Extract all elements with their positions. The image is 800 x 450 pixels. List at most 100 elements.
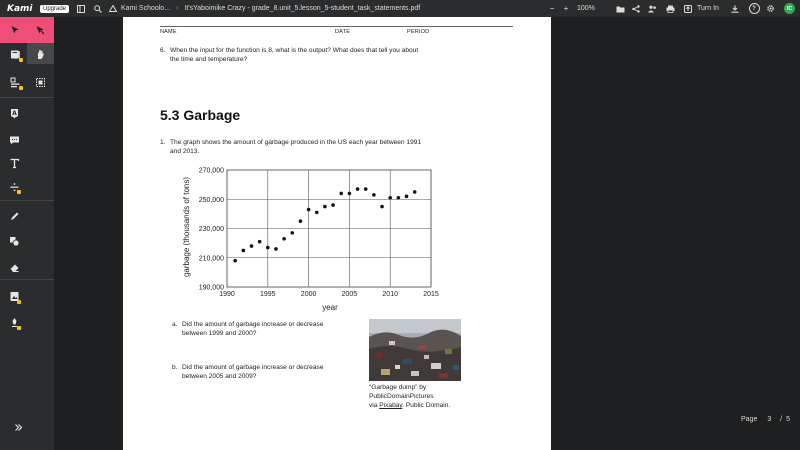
upgrade-button[interactable]: Upgrade (40, 4, 70, 13)
question-6-line1: When the input for the function is 8, wh… (170, 47, 419, 54)
screen-capture-icon[interactable] (30, 72, 50, 92)
google-drive-icon (107, 3, 119, 15)
toolbar-divider (0, 97, 54, 98)
x-tick-label: 1990 (219, 291, 235, 298)
question-b-line2: between 2005 and 2009? (182, 373, 257, 380)
data-point (355, 187, 360, 191)
data-point (266, 245, 270, 250)
question-a-line1: Did the amount of garbage increase or de… (182, 321, 324, 328)
y-tick-label: 190,000 (199, 285, 224, 292)
x-tick-label: 2000 (301, 291, 317, 298)
sidebar-toggle-icon[interactable] (75, 3, 87, 15)
signature-icon[interactable] (4, 312, 24, 332)
breadcrumb-folder[interactable]: Kami Schoolo... (121, 5, 170, 12)
text-highlight-icon[interactable]: A (4, 103, 24, 123)
question-a-line2: between 1999 and 2000? (182, 330, 257, 337)
x-tick-label: 2015 (423, 291, 439, 298)
page-label: Page (741, 416, 758, 423)
data-point (249, 244, 254, 248)
add-image-icon[interactable] (4, 286, 24, 306)
period-label: PERIOD (407, 29, 430, 35)
search-icon[interactable] (92, 3, 104, 15)
comment-icon[interactable] (4, 130, 24, 150)
folder-icon[interactable] (614, 3, 626, 15)
pdf-page[interactable]: NAME DATE PERIOD 6. When the input for t… (123, 17, 551, 450)
book-icon[interactable] (5, 44, 25, 64)
toolbar-divider (0, 200, 54, 201)
x-tick-label: 2005 (342, 291, 358, 298)
caption-end: . Public Domain. (402, 402, 451, 409)
data-point (282, 236, 286, 241)
question-letter: a. (172, 321, 178, 328)
data-point (233, 258, 237, 263)
turn-in-button[interactable]: Turn In (697, 5, 719, 12)
eraser-icon[interactable] (4, 257, 24, 277)
question-letter: b. (172, 364, 178, 371)
photo-caption-line3: via Pixabay. Public Domain. (369, 401, 450, 410)
question-1-line2: and 2013. (170, 148, 200, 155)
question-b-line1: Did the amount of garbage increase or de… (182, 364, 324, 371)
kami-logo: Kami (7, 3, 33, 14)
avatar[interactable]: IC (784, 3, 795, 14)
data-point (274, 247, 278, 251)
toolbar-divider (0, 279, 54, 280)
text-tool-icon[interactable] (4, 153, 24, 173)
caption-via: via (369, 402, 380, 409)
settings-icon[interactable] (764, 3, 776, 15)
data-point (388, 195, 393, 200)
data-point (396, 195, 401, 200)
photo-caption-line1: “Garbage dump” by (369, 384, 427, 391)
turn-in-icon[interactable] (682, 3, 694, 15)
data-point (404, 194, 409, 199)
data-point (323, 204, 327, 209)
page-separator: / (780, 416, 783, 423)
y-tick-label: 270,000 (199, 168, 224, 175)
question-number: 6. (160, 47, 166, 54)
data-point (331, 203, 335, 207)
select-arrow-icon[interactable] (5, 20, 25, 40)
x-tick-label: 1995 (260, 291, 276, 298)
data-point (306, 207, 311, 212)
zoom-in-button[interactable]: + (560, 3, 572, 15)
data-point (290, 231, 295, 235)
date-label: DATE (335, 29, 351, 35)
current-page-input[interactable]: 3 (767, 416, 771, 423)
equation-icon[interactable] (4, 177, 24, 197)
garbage-dump-photo (369, 319, 461, 381)
print-icon[interactable] (664, 3, 676, 15)
data-point (372, 193, 376, 197)
data-point (314, 210, 319, 215)
y-tick-label: 210,000 (199, 255, 224, 262)
download-icon[interactable] (729, 3, 741, 15)
question-6-line2: the time and temperature? (170, 56, 248, 63)
help-icon[interactable]: ? (748, 3, 760, 15)
x-tick-label: 2010 (382, 291, 398, 298)
drawing-pen-icon[interactable] (4, 206, 24, 226)
page-indicator: Page 3 / 5 (741, 416, 790, 423)
svg-text:A: A (12, 110, 17, 117)
text-toolbox-icon[interactable] (5, 72, 25, 92)
data-point (241, 248, 246, 253)
zoom-level[interactable]: 100% (577, 5, 595, 12)
data-point (363, 187, 368, 191)
question-1-line1: The graph shows the amount of garbage pr… (170, 139, 422, 146)
question-number: 1. (160, 139, 166, 146)
shapes-icon[interactable] (4, 231, 24, 251)
collaborators-icon[interactable] (646, 3, 658, 15)
select-text-arrow-icon[interactable] (30, 20, 50, 40)
x-axis-label: year (322, 303, 338, 312)
pixabay-link[interactable]: Pixabay (379, 402, 402, 409)
photo-caption-line2: PublicDomainPictures (369, 393, 434, 400)
expand-toolbar-icon[interactable] (8, 417, 28, 437)
data-point (257, 239, 262, 244)
breadcrumb-file-title[interactable]: It'sYaboimike Crazy - grade_8.unit_5.les… (184, 5, 420, 12)
header-rule (160, 26, 513, 27)
data-point (339, 191, 344, 196)
garbage-scatter-chart: 1990 1995 2000 2005 2010 2015 190,000 210,000 23… (182, 168, 439, 313)
zoom-out-button[interactable]: − (546, 3, 558, 15)
left-toolbar: A (0, 17, 54, 450)
data-point (347, 191, 352, 196)
data-point (412, 190, 417, 194)
share-icon[interactable] (630, 3, 642, 15)
hand-icon[interactable] (30, 44, 50, 64)
